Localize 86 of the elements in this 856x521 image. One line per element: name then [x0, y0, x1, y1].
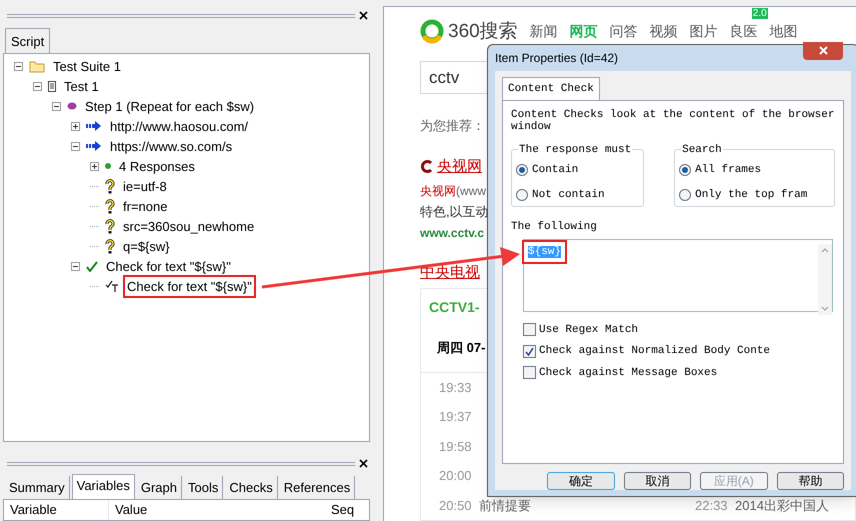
radio-button[interactable] [516, 188, 528, 201]
collapse-icon[interactable] [14, 62, 23, 71]
dialog-title: Item Properties (Id=42) [495, 50, 620, 67]
schedule-time: 22:33 [695, 496, 729, 514]
tree-item[interactable]: Check for text "${sw}" [125, 276, 254, 296]
schedule-time: 20:00 [439, 467, 473, 485]
tree-item[interactable]: Check for text "${sw}" [104, 256, 233, 276]
field-label: The following [511, 220, 597, 235]
dialog-button[interactable]: 确定 [547, 472, 614, 490]
schedule-time: 19:33 [439, 378, 473, 396]
new-badge: 2.0 [752, 8, 768, 19]
close-icon[interactable] [359, 459, 368, 468]
tree-item[interactable]: q=${sw} [121, 236, 172, 256]
dot-icon [105, 163, 111, 170]
radio-button[interactable] [679, 164, 692, 176]
tree-item[interactable]: Test 1 [62, 76, 101, 96]
question-icon [105, 198, 115, 214]
column-header[interactable]: Seq [329, 500, 369, 520]
description-text: Content Checks look at the content of the browser window [511, 109, 835, 133]
question-icon [105, 238, 115, 254]
logo-icon [420, 19, 446, 45]
question-icon [105, 178, 115, 194]
close-icon [818, 46, 828, 56]
dialog-button[interactable]: 取消 [624, 472, 691, 490]
snippet-text: 央视网 [420, 183, 456, 200]
dot-icon [67, 102, 77, 110]
question-icon [105, 218, 115, 234]
checkbox-label[interactable]: Check against Normalized Body Conte [539, 343, 770, 360]
column-header[interactable]: Value [109, 500, 329, 520]
arrow-icon [86, 121, 102, 132]
schedule-title: 前情提要 [479, 496, 532, 514]
radio-label[interactable]: Only the top fram [695, 186, 808, 203]
tree-item[interactable]: Test Suite 1 [51, 56, 123, 76]
result-link[interactable]: 央视网 [437, 156, 482, 178]
panel-tab[interactable]: Script [5, 28, 50, 54]
tree-item[interactable]: https://www.so.com/s [108, 136, 234, 156]
arrow-icon [86, 141, 102, 152]
expand-icon[interactable] [71, 122, 80, 131]
tree-item[interactable]: ie=utf-8 [121, 176, 169, 196]
checkbox-label[interactable]: Use Regex Match [539, 322, 638, 338]
logo-icon [420, 160, 433, 174]
close-button[interactable] [803, 42, 843, 60]
expand-icon[interactable] [90, 162, 99, 171]
schedule-title: 2014出彩中国人 [735, 496, 829, 514]
radio-button[interactable] [679, 188, 692, 201]
nav-link[interactable]: 问答 [610, 23, 638, 39]
checkbox[interactable] [523, 344, 536, 358]
snippet-text: (www [456, 183, 486, 200]
result-url: www.cctv.c [420, 224, 484, 242]
recommend-label: 为您推荐： [420, 117, 485, 135]
card-title: CCTV1- [428, 298, 480, 317]
nav-link[interactable]: 良医 [730, 23, 758, 39]
close-icon[interactable] [359, 11, 368, 20]
schedule-time: 19:58 [439, 438, 473, 456]
dialog-tab[interactable]: Content Check [502, 76, 600, 100]
logo-text: 360搜索 [448, 20, 518, 44]
collapse-icon[interactable] [71, 262, 80, 271]
radio-label[interactable]: Contain [532, 162, 578, 178]
folder-icon [29, 60, 45, 73]
collapse-icon[interactable] [71, 142, 80, 151]
collapse-icon[interactable] [33, 82, 42, 91]
checkmark-icon [86, 260, 98, 272]
tree-item[interactable]: fr=none [121, 196, 170, 216]
tree-item[interactable]: 4 Responses [117, 156, 197, 176]
radio-button[interactable] [516, 164, 528, 176]
radio-label[interactable]: Not contain [532, 186, 605, 203]
nav-link[interactable]: 地图 [770, 23, 798, 39]
tree-item[interactable]: src=360sou_newhome [121, 216, 256, 236]
checkbox[interactable] [523, 323, 536, 336]
column-header[interactable]: Variable [4, 500, 109, 520]
checkbox[interactable] [523, 366, 536, 380]
text-value: ${sw} [528, 246, 562, 258]
nav-link[interactable]: 新闻 [530, 23, 558, 39]
collapse-icon[interactable] [52, 102, 61, 111]
radio-label[interactable]: All frames [695, 162, 762, 178]
tree-item[interactable]: Step 1 (Repeat for each $sw) [83, 96, 256, 116]
text-check-icon [105, 280, 119, 292]
nav-link[interactable]: 图片 [690, 23, 718, 39]
scrollbar-drawing [818, 244, 832, 314]
panel-tab[interactable]: Variables [72, 474, 135, 500]
schedule-time: 20:50 [439, 496, 473, 514]
schedule-time: 19:37 [439, 408, 473, 426]
dialog-button[interactable]: 帮助 [776, 472, 844, 490]
document-icon [48, 80, 56, 92]
nav-link[interactable]: 视频 [650, 23, 678, 39]
tree-item[interactable]: http://www.haosou.com/ [108, 116, 250, 136]
